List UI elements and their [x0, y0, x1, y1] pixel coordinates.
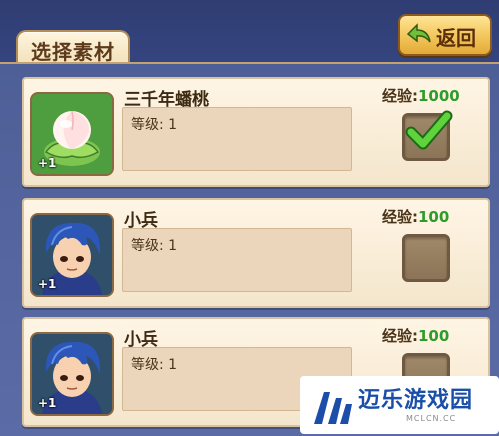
- item-portrait: +1: [30, 332, 114, 416]
- back-arrow-icon: [406, 23, 431, 43]
- exp-text: 经验:1000: [382, 85, 460, 106]
- back-button[interactable]: 返回: [398, 14, 492, 56]
- watermark: 迈乐游戏园 MCLCN.CC: [300, 376, 499, 434]
- plus-badge: +1: [38, 156, 57, 170]
- exp-label: 经验:: [382, 208, 418, 226]
- plus-badge: +1: [38, 277, 57, 291]
- info-box: 等级: 1: [122, 107, 352, 171]
- exp-text: 经验:100: [382, 325, 449, 346]
- level-label: 等级: 1: [131, 117, 178, 133]
- watermark-logo-icon: [314, 392, 352, 424]
- page-title: 选择素材: [31, 40, 115, 64]
- select-checkbox[interactable]: [402, 234, 450, 282]
- item-portrait: +1: [30, 92, 114, 176]
- watermark-domain: MCLCN.CC: [406, 414, 457, 423]
- item-portrait: +1: [30, 213, 114, 297]
- level-label: 等级: 1: [131, 238, 178, 254]
- info-box: 等级: 1: [122, 228, 352, 292]
- exp-text: 经验:100: [382, 206, 449, 227]
- select-checkbox[interactable]: [402, 110, 453, 161]
- material-card[interactable]: +1 三千年蟠桃 经验:1000 等级: 1: [22, 77, 490, 187]
- exp-value: 100: [418, 327, 450, 345]
- exp-label: 经验:: [382, 87, 418, 105]
- watermark-brand: 迈乐游戏园: [358, 388, 474, 413]
- exp-label: 经验:: [382, 327, 418, 345]
- exp-value: 100: [418, 208, 450, 226]
- checkmark-icon: [405, 110, 453, 150]
- material-card[interactable]: +1 小兵 经验:100 等级: 1: [22, 198, 490, 308]
- back-button-label: 返回: [436, 26, 476, 50]
- plus-badge: +1: [38, 396, 57, 410]
- exp-value: 1000: [418, 87, 460, 105]
- header-tab: 选择素材: [16, 30, 130, 66]
- level-label: 等级: 1: [131, 357, 178, 373]
